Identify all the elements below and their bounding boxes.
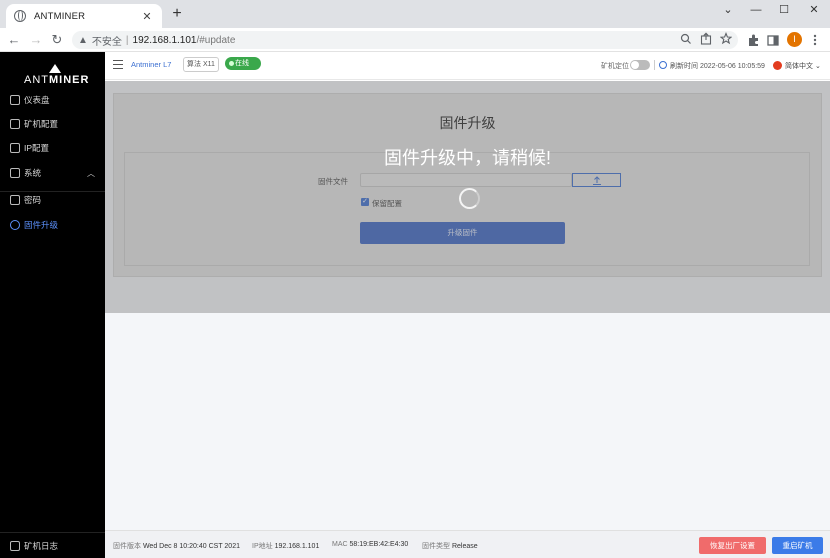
header-separator [654, 60, 655, 70]
globe-icon [14, 10, 26, 22]
ip-address: IP地址 192.168.1.101 [252, 543, 320, 550]
sidebar-item-miner-log[interactable]: 矿机日志 [0, 532, 105, 558]
upgrade-icon [10, 220, 20, 230]
share-icon[interactable] [700, 32, 712, 46]
upgrading-message: 固件升级中，请稍候! [383, 148, 551, 168]
sidebar-item-miner-config[interactable]: 矿机配置 [0, 112, 105, 136]
address-separator: | [125, 34, 129, 46]
browser-tabstrip: ANTMINER ✕ + ⌄ — ☐ ✕ [0, 0, 830, 28]
sidebar-item-label: 密码 [24, 195, 42, 205]
address-bar[interactable]: ▲ 不安全 | 192.168.1.101 /#update [72, 31, 738, 49]
sidebar-item-label: 固件升级 [24, 220, 59, 230]
firmware-type: 固件类型 Release [422, 543, 478, 550]
sidebar-icon[interactable] [765, 32, 781, 48]
close-window-button[interactable]: ✕ [799, 0, 829, 22]
algorithm-tag: 算法 X11 [183, 57, 219, 72]
zoom-icon[interactable] [680, 32, 692, 46]
firmware-version: 固件版本 Wed Dec 8 10:20:40 CST 2021 [113, 543, 240, 550]
tab-title: ANTMINER [34, 10, 86, 22]
system-icon [10, 168, 20, 178]
extensions-icon[interactable] [745, 32, 761, 48]
antminer-logo: ANT MINER [0, 62, 105, 88]
miner-model: Antminer L7 [131, 60, 172, 69]
logo-miner: MINER [49, 74, 90, 86]
lock-icon [10, 195, 20, 205]
sidebar-item-ip-config[interactable]: IP配置 [0, 136, 105, 160]
loading-spinner-icon [459, 188, 480, 209]
forward-button[interactable]: → [28, 32, 44, 48]
new-tab-button[interactable]: + [170, 6, 184, 22]
omnibox-actions [680, 32, 732, 46]
mac-address: MAC 58:19:EB:42:E4:30 [332, 541, 409, 548]
sidebar-item-label: 矿机配置 [24, 119, 59, 129]
log-icon [10, 540, 20, 551]
network-icon [10, 143, 20, 153]
refresh-time: 刷新时间 2022-05-06 10:05:59 [670, 63, 765, 70]
browser-tab[interactable]: ANTMINER ✕ [6, 4, 162, 28]
sidebar-item-password[interactable]: 密码 [0, 188, 105, 212]
menu-icon[interactable] [807, 32, 823, 48]
url-path: /#update [196, 34, 236, 46]
reload-button[interactable]: ↻ [49, 32, 65, 48]
sidebar-footer-label: 矿机日志 [24, 540, 59, 551]
sidebar-item-system[interactable]: 系统 ︿ [0, 161, 105, 185]
sidebar: ANT MINER 仪表盘 矿机配置 IP配置 系统 ︿ 密码 固件升级 矿机日… [0, 52, 105, 558]
browser-toolbar: ← → ↻ ▲ 不安全 | 192.168.1.101 /#update [0, 28, 830, 52]
back-button[interactable]: ← [6, 32, 22, 48]
language-selector[interactable]: 简体中文 ⌄ [785, 61, 821, 71]
logo-peak-icon [49, 64, 61, 73]
sidebar-item-label: 仪表盘 [24, 95, 50, 105]
minimize-button[interactable]: — [741, 0, 771, 22]
locate-label: 矿机定位 [601, 63, 629, 70]
dashboard-icon [10, 95, 20, 105]
sidebar-item-firmware-upgrade[interactable]: 固件升级 [0, 213, 105, 237]
factory-reset-button[interactable]: 恢复出厂设置 [699, 537, 766, 554]
app-header: Antminer L7 算法 X11 在线 矿机定位 刷新时间 2022-05-… [105, 52, 830, 80]
star-icon[interactable] [720, 32, 732, 46]
chevron-up-icon: ︿ [87, 168, 95, 178]
logo-ant: ANT [24, 74, 49, 86]
reboot-button[interactable]: 重启矿机 [772, 537, 823, 554]
url-host: 192.168.1.101 [132, 34, 197, 46]
config-icon [10, 119, 20, 129]
language-flag-icon[interactable] [773, 61, 782, 70]
maximize-button[interactable]: ☐ [769, 0, 799, 22]
hamburger-icon[interactable] [113, 60, 123, 69]
locate-toggle[interactable] [630, 60, 650, 70]
sidebar-item-dashboard[interactable]: 仪表盘 [0, 88, 105, 112]
sidebar-item-label: IP配置 [24, 143, 50, 153]
tab-close-icon[interactable]: ✕ [140, 10, 154, 23]
online-status-badge: 在线 [225, 57, 261, 70]
sidebar-item-label: 系统 [24, 168, 42, 178]
clock-icon [659, 61, 667, 69]
security-label[interactable]: 不安全 [92, 33, 122, 48]
profile-avatar[interactable]: I [787, 32, 802, 47]
status-bar: 固件版本 Wed Dec 8 10:20:40 CST 2021 IP地址 19… [105, 530, 830, 558]
warning-icon[interactable]: ▲ [78, 35, 88, 46]
tab-search-icon[interactable]: ⌄ [713, 0, 743, 22]
